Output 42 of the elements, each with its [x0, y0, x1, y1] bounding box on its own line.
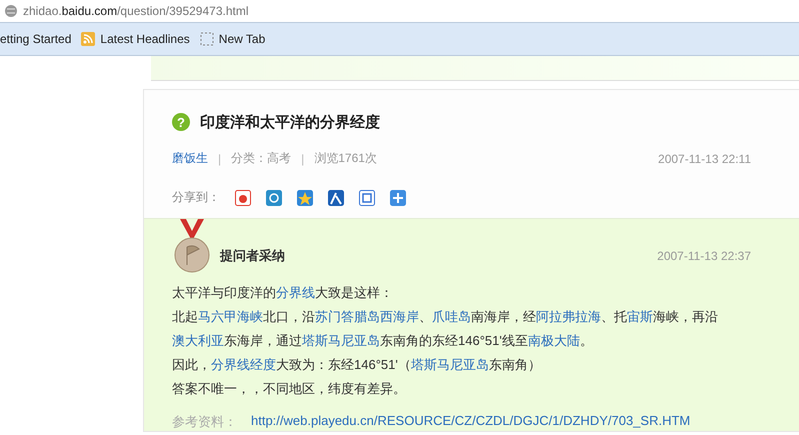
person-share-icon[interactable]	[328, 190, 344, 206]
term-link[interactable]: 阿拉弗拉海	[536, 309, 601, 324]
bookmark-link[interactable]: etting Started	[0, 32, 72, 46]
bookmark-link[interactable]: Latest Headlines	[81, 32, 190, 46]
answer-paragraph: 因此，分界线经度大致为：东经146°51'（塔斯马尼亚岛东南角）	[172, 356, 542, 374]
term-link[interactable]: 分界线	[276, 285, 315, 300]
answer-paragraph: 太平洋与印度洋的分界线大致是这样：	[172, 284, 394, 302]
share-label: 分享到：	[172, 189, 220, 206]
answer-time: 2007-11-13 22:37	[657, 249, 751, 263]
bookmark-link[interactable]: New Tab	[200, 32, 266, 46]
answer-paragraph: 答案不唯一，，不同地区，纬度有差异。	[172, 380, 407, 398]
term-link[interactable]: 爪哇岛	[432, 309, 471, 324]
globe-icon	[4, 4, 18, 18]
square-share-icon[interactable]	[359, 190, 375, 206]
term-link[interactable]: 西海岸	[380, 309, 419, 324]
accepted-answer-label: 提问者采纳	[220, 247, 285, 265]
term-link[interactable]: 马六甲海峡	[198, 309, 263, 324]
category-text: 分类：高考	[231, 150, 292, 167]
blank-page-icon	[200, 32, 214, 46]
term-link[interactable]: 塔斯马尼亚岛	[410, 357, 489, 372]
term-link[interactable]: 分界线经度	[211, 357, 276, 372]
star-share-icon[interactable]	[297, 190, 313, 206]
square-share-icon[interactable]	[266, 190, 282, 206]
medal-icon	[172, 219, 212, 273]
term-link[interactable]: 塔斯马尼亚岛	[302, 333, 380, 348]
question-time: 2007-11-13 22:11	[658, 152, 751, 166]
term-link[interactable]: 澳大利亚	[172, 333, 224, 348]
reference-label: 参考资料：	[172, 413, 237, 431]
feed-icon	[81, 32, 96, 46]
term-link[interactable]: 宙斯	[627, 309, 653, 324]
address-field[interactable]: zhidao.baidu.com/question/39529473.html	[23, 4, 249, 18]
question-icon: ?	[172, 113, 190, 131]
term-link[interactable]: 南极大陆	[528, 333, 580, 348]
view-count: 浏览1761次	[314, 150, 377, 167]
separator: |	[218, 152, 222, 166]
reference-link[interactable]: http://web.playedu.cn/RESOURCE/CZ/CZDL/DGJC/1/DZHDY/703_SR.HTM	[251, 413, 690, 431]
separator: |	[301, 152, 304, 166]
plus-share-icon[interactable]	[390, 190, 406, 206]
question-title: 印度洋和太平洋的分界经度	[200, 112, 380, 132]
author-link[interactable]: 磨饭生	[172, 150, 208, 167]
term-link[interactable]: 苏门答腊岛	[315, 309, 380, 324]
answer-paragraph: 北起马六甲海峡北口，沿苏门答腊岛西海岸、爪哇岛南海岸，经阿拉弗拉海、托宙斯海峡，再沿 澳大利亚东海岸，通过塔斯马尼亚岛东南角的东经146°51'线至南极大陆。	[172, 308, 719, 350]
